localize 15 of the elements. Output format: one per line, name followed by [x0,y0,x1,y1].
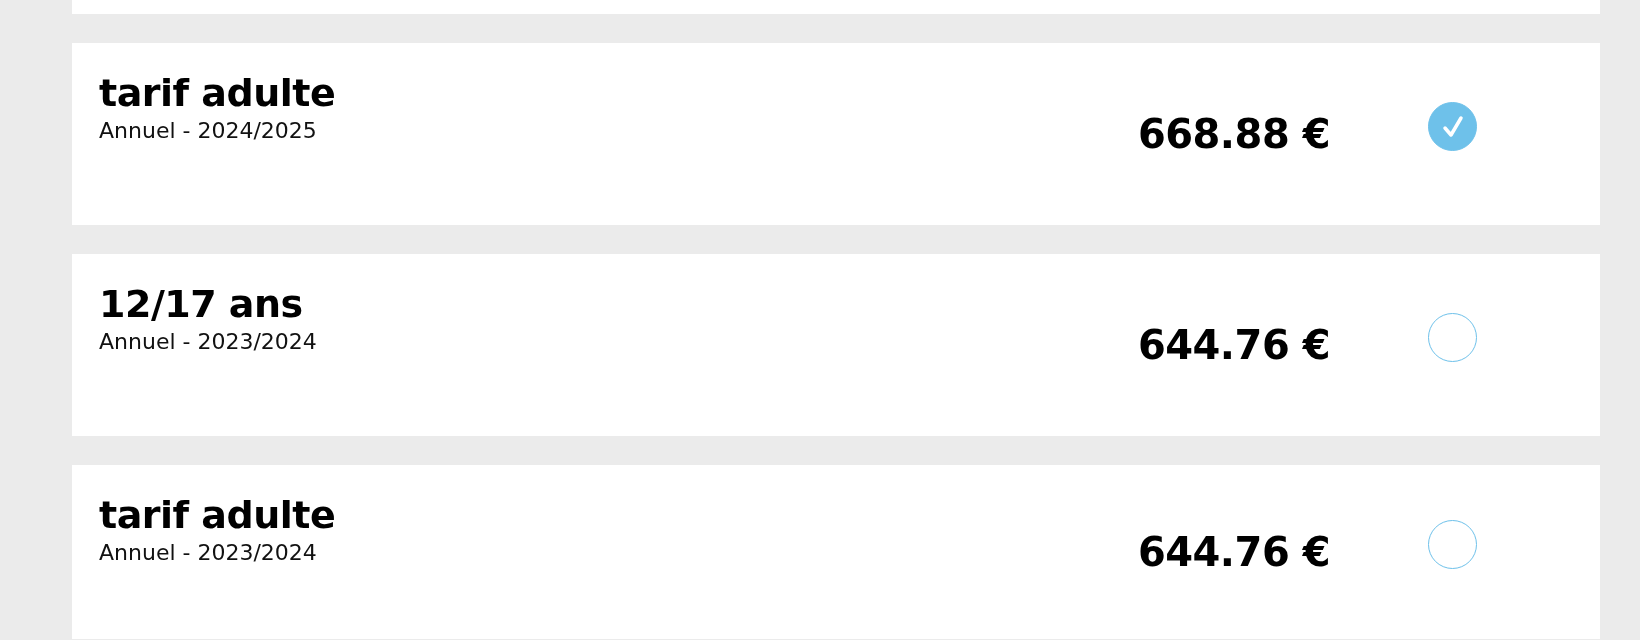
offer-card[interactable]: tarif adulte Annuel - 2024/2025 668.88 € [72,43,1600,225]
offer-card[interactable]: tarif adulte Annuel - 2023/2024 644.76 € [72,465,1600,639]
offer-title: 12/17 ans [99,282,304,328]
offer-price: 644.76 € [1137,528,1330,577]
offer-card[interactable]: 12/17 ans Annuel - 2023/2024 644.76 € [72,254,1600,436]
offer-period: Annuel - 2024/2025 [99,116,318,145]
offer-period: Annuel - 2023/2024 [99,538,318,567]
radio-button[interactable] [1428,313,1477,362]
radio-button[interactable] [1428,520,1477,569]
offer-title: tarif adulte [99,71,336,117]
offer-period: Annuel - 2023/2024 [99,327,317,356]
offer-price: 668.88 € [1137,110,1330,159]
offer-title: tarif adulte [99,493,336,539]
offer-price: 644.76 € [1137,321,1330,370]
radio-button[interactable] [1428,102,1477,151]
